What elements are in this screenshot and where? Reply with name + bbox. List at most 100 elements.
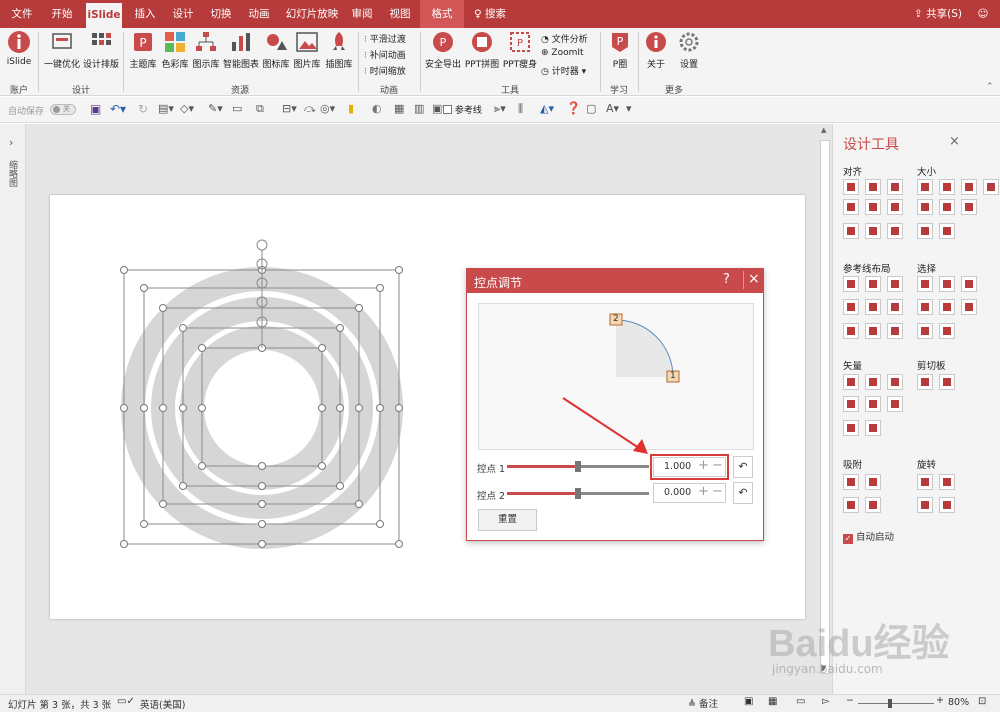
tool-button[interactable]: [865, 223, 881, 239]
tool-button[interactable]: [865, 474, 881, 490]
tool-button[interactable]: [843, 276, 859, 292]
ppt-collage-button[interactable]: PPT拼图: [462, 30, 502, 70]
tool-button[interactable]: [887, 374, 903, 390]
tool-button[interactable]: [917, 323, 933, 339]
tool-button[interactable]: [865, 276, 881, 292]
slider-thumb[interactable]: [575, 461, 581, 472]
decrement-icon[interactable]: −: [712, 484, 723, 499]
tool-button[interactable]: [917, 276, 933, 292]
share-button[interactable]: ⇪ 共享(S): [912, 0, 964, 28]
time-scale-button[interactable]: ⁝ 时间缩放: [364, 64, 406, 77]
layout-icon[interactable]: ▤▾: [158, 102, 174, 115]
spellcheck-icon[interactable]: ▭✓: [117, 696, 135, 707]
tool-button[interactable]: [865, 179, 881, 195]
tool-button[interactable]: [843, 323, 859, 339]
slideshow-icon[interactable]: ▻: [822, 696, 830, 707]
tool-button[interactable]: [865, 299, 881, 315]
color-library-button[interactable]: 色彩库: [160, 30, 190, 70]
tool-button[interactable]: [843, 420, 859, 436]
fill-color-icon[interactable]: ◭▾: [540, 102, 554, 115]
tool-button[interactable]: [887, 199, 903, 215]
tool-button[interactable]: [939, 223, 955, 239]
tool-button[interactable]: [961, 179, 977, 195]
tool-button[interactable]: [865, 497, 881, 513]
tween-animation-button[interactable]: ⁝ 补间动画: [364, 48, 406, 61]
expand-thumbnails-icon[interactable]: ›: [9, 136, 13, 149]
autostart-checkbox[interactable]: ✓ 自动启动: [843, 529, 894, 544]
autosave-toggle[interactable]: 关: [50, 104, 76, 115]
tool-button[interactable]: [961, 276, 977, 292]
tool-button[interactable]: [917, 374, 933, 390]
tab-view[interactable]: 视图: [384, 0, 416, 28]
tab-design[interactable]: 设计: [166, 0, 200, 28]
redo-icon[interactable]: ↻: [138, 102, 148, 116]
font-box-icon[interactable]: A▾: [606, 102, 619, 115]
tool-button[interactable]: [939, 179, 955, 195]
language-indicator[interactable]: 英语(美国): [140, 697, 185, 711]
ppt-slim-button[interactable]: P PPT瘦身: [502, 30, 538, 70]
normal-view-icon[interactable]: ▣: [744, 696, 753, 707]
group-objects-icon[interactable]: ⧉: [256, 102, 264, 116]
tool-button[interactable]: [939, 299, 955, 315]
dialog-help-button[interactable]: ?: [723, 272, 730, 287]
textbox-icon[interactable]: ▭: [232, 102, 242, 115]
reading-view-icon[interactable]: ▭: [796, 696, 805, 707]
smooth-transition-button[interactable]: ⁝ 平滑过渡: [364, 32, 406, 45]
tab-format[interactable]: 格式: [420, 0, 464, 28]
handle-1-value-field[interactable]: 1.000 + −: [653, 457, 726, 477]
fit-slide-icon[interactable]: ⊡: [978, 696, 986, 707]
p-circle-button[interactable]: P P圈: [605, 30, 635, 70]
tool-button[interactable]: [865, 374, 881, 390]
tool-button[interactable]: [887, 179, 903, 195]
dialog-titlebar[interactable]: 控点调节 ? ×: [467, 269, 763, 293]
zoom-level[interactable]: 80%: [948, 697, 969, 708]
tool-button[interactable]: [939, 497, 955, 513]
tool-button[interactable]: [887, 323, 903, 339]
undo-icon[interactable]: ↶▾: [110, 102, 126, 116]
notes-button[interactable]: ≜ 备注: [688, 696, 718, 710]
format-painter-icon[interactable]: ✎▾: [208, 102, 223, 115]
tool-button[interactable]: [865, 199, 881, 215]
collapse-ribbon-icon[interactable]: ⌃: [986, 82, 994, 92]
columns-icon[interactable]: ⫼: [518, 102, 523, 116]
timer-button[interactable]: ◷ 计时器 ▾: [541, 64, 586, 77]
tool-button[interactable]: [843, 474, 859, 490]
chart-icon[interactable]: ▥: [414, 102, 424, 115]
zoom-thumb[interactable]: [888, 699, 892, 708]
settings-button[interactable]: 设置: [674, 30, 704, 70]
islide-account-button[interactable]: iSlide: [4, 30, 34, 67]
tool-button[interactable]: [939, 374, 955, 390]
tool-button[interactable]: [887, 276, 903, 292]
tool-button[interactable]: [983, 179, 999, 195]
theme-library-button[interactable]: P 主题库: [128, 30, 158, 70]
one-click-optimize-button[interactable]: 一键优化: [42, 30, 82, 70]
highlight-icon[interactable]: ▮: [348, 102, 354, 115]
tool-button[interactable]: [917, 299, 933, 315]
save-icon[interactable]: ▣: [90, 102, 101, 116]
tab-file[interactable]: 文件: [6, 0, 38, 28]
link-icon[interactable]: ⤼: [304, 102, 316, 116]
increment-icon[interactable]: +: [698, 484, 709, 499]
zoom-in-icon[interactable]: +: [936, 695, 944, 706]
tool-button[interactable]: [939, 199, 955, 215]
zoom-out-icon[interactable]: −: [846, 695, 854, 706]
illustration-library-button[interactable]: 插图库: [324, 30, 354, 70]
tool-button[interactable]: [843, 374, 859, 390]
shape-icon[interactable]: ◇▾: [180, 102, 194, 115]
safe-export-button[interactable]: P 安全导出: [424, 30, 462, 70]
increment-icon[interactable]: +: [698, 458, 709, 473]
tool-button[interactable]: [917, 223, 933, 239]
reset-button[interactable]: 重置: [478, 509, 537, 531]
tab-transitions[interactable]: 切换: [204, 0, 238, 28]
dialog-close-button[interactable]: ×: [748, 271, 760, 287]
customize-qat-icon[interactable]: ▾: [626, 102, 632, 115]
align-icon[interactable]: ⊟▾: [282, 102, 297, 115]
tool-button[interactable]: [887, 396, 903, 412]
tool-button[interactable]: [917, 474, 933, 490]
handle-1-slider[interactable]: [507, 461, 649, 472]
handle-2-reset-icon[interactable]: ↶: [733, 482, 753, 504]
tool-button[interactable]: [939, 323, 955, 339]
tool-button[interactable]: [887, 299, 903, 315]
diagram-library-button[interactable]: 图示库: [190, 30, 222, 70]
tab-islide[interactable]: iSlide: [86, 3, 122, 28]
